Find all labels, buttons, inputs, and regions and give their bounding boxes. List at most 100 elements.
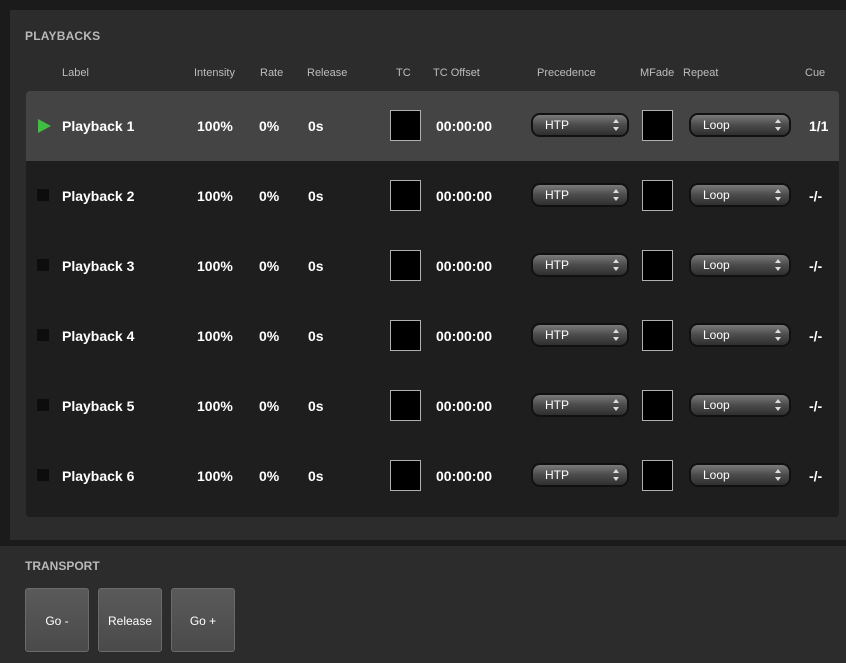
select-arrows-icon — [775, 119, 781, 131]
tc-offset-value[interactable]: 00:00:00 — [436, 441, 492, 511]
repeat-select[interactable]: Loop — [691, 465, 789, 485]
select-arrows-icon — [775, 399, 781, 411]
tc-checkbox[interactable] — [390, 390, 421, 421]
repeat-select[interactable]: Loop — [691, 115, 789, 135]
tc-offset-value[interactable]: 00:00:00 — [436, 161, 492, 231]
release-value[interactable]: 0s — [308, 231, 324, 301]
mfade-checkbox[interactable] — [642, 320, 673, 351]
rate-value[interactable]: 0% — [259, 231, 279, 301]
playback-row[interactable]: Playback 2 100% 0% 0s 00:00:00 HTP Loop … — [26, 161, 839, 231]
tc-checkbox[interactable] — [390, 110, 421, 141]
precedence-select-value: HTP — [545, 398, 569, 412]
precedence-select[interactable]: HTP — [533, 185, 627, 205]
mfade-checkbox[interactable] — [642, 250, 673, 281]
tc-checkbox[interactable] — [390, 460, 421, 491]
tc-offset-value[interactable]: 00:00:00 — [436, 91, 492, 161]
repeat-select[interactable]: Loop — [691, 255, 789, 275]
header-cue: Cue — [805, 67, 826, 79]
stop-status-icon — [37, 399, 49, 411]
cue-value: -/- — [809, 328, 823, 344]
tc-checkbox[interactable] — [390, 320, 421, 351]
precedence-select-value: HTP — [545, 118, 569, 132]
playback-row[interactable]: Playback 3 100% 0% 0s 00:00:00 HTP Loop … — [26, 231, 839, 301]
select-arrows-icon — [613, 119, 619, 131]
release-value[interactable]: 0s — [308, 161, 324, 231]
repeat-select-value: Loop — [703, 398, 730, 412]
intensity-value[interactable]: 100% — [197, 301, 233, 371]
rate-value[interactable]: 0% — [259, 91, 279, 161]
mfade-checkbox[interactable] — [642, 180, 673, 211]
mfade-checkbox[interactable] — [642, 390, 673, 421]
playback-label[interactable]: Playback 3 — [62, 231, 134, 301]
playback-label[interactable]: Playback 5 — [62, 371, 134, 441]
playback-row[interactable]: Playback 5 100% 0% 0s 00:00:00 HTP Loop … — [26, 371, 839, 441]
header-release: Release — [307, 67, 348, 79]
rate-value[interactable]: 0% — [259, 441, 279, 511]
release-value[interactable]: 0s — [308, 371, 324, 441]
repeat-select-value: Loop — [703, 468, 730, 482]
mfade-checkbox[interactable] — [642, 460, 673, 491]
cue-value: -/- — [809, 258, 823, 274]
release-value[interactable]: 0s — [308, 441, 324, 511]
playback-label[interactable]: Playback 1 — [62, 91, 134, 161]
header-tc-offset: TC Offset — [433, 67, 480, 79]
cue-value: 1/1 — [809, 118, 829, 134]
select-arrows-icon — [775, 189, 781, 201]
header-repeat: Repeat — [683, 67, 719, 79]
repeat-select[interactable]: Loop — [691, 325, 789, 345]
playback-row[interactable]: Playback 6 100% 0% 0s 00:00:00 HTP Loop … — [26, 441, 839, 511]
cue-value: -/- — [809, 398, 823, 414]
stop-status-icon — [37, 189, 49, 201]
intensity-value[interactable]: 100% — [197, 371, 233, 441]
precedence-select[interactable]: HTP — [533, 325, 627, 345]
header-rate: Rate — [260, 67, 284, 79]
playback-row[interactable]: Playback 1 100% 0% 0s 00:00:00 HTP Loop … — [26, 91, 839, 161]
play-status-icon — [38, 119, 51, 133]
header-label: Label — [62, 67, 89, 79]
transport-title: TRANSPORT — [25, 559, 100, 573]
select-arrows-icon — [613, 329, 619, 341]
intensity-value[interactable]: 100% — [197, 441, 233, 511]
playback-row[interactable]: Playback 4 100% 0% 0s 00:00:00 HTP Loop … — [26, 301, 839, 371]
header-precedence: Precedence — [537, 67, 596, 79]
go-minus-button[interactable]: Go - — [25, 588, 89, 652]
repeat-select[interactable]: Loop — [691, 395, 789, 415]
repeat-select-value: Loop — [703, 118, 730, 132]
select-arrows-icon — [775, 329, 781, 341]
select-arrows-icon — [775, 259, 781, 271]
precedence-select[interactable]: HTP — [533, 255, 627, 275]
stop-status-icon — [37, 469, 49, 481]
precedence-select[interactable]: HTP — [533, 115, 627, 135]
tc-offset-value[interactable]: 00:00:00 — [436, 301, 492, 371]
tc-offset-value[interactable]: 00:00:00 — [436, 371, 492, 441]
intensity-value[interactable]: 100% — [197, 161, 233, 231]
select-arrows-icon — [613, 259, 619, 271]
release-button[interactable]: Release — [98, 588, 162, 652]
tc-offset-value[interactable]: 00:00:00 — [436, 231, 492, 301]
cue-value: -/- — [809, 188, 823, 204]
playbacks-table: Playback 1 100% 0% 0s 00:00:00 HTP Loop … — [26, 91, 839, 517]
release-value[interactable]: 0s — [308, 301, 324, 371]
playback-label[interactable]: Playback 2 — [62, 161, 134, 231]
precedence-select-value: HTP — [545, 258, 569, 272]
repeat-select-value: Loop — [703, 328, 730, 342]
precedence-select[interactable]: HTP — [533, 395, 627, 415]
tc-checkbox[interactable] — [390, 250, 421, 281]
mfade-checkbox[interactable] — [642, 110, 673, 141]
playback-label[interactable]: Playback 4 — [62, 301, 134, 371]
playback-label[interactable]: Playback 6 — [62, 441, 134, 511]
intensity-value[interactable]: 100% — [197, 231, 233, 301]
repeat-select[interactable]: Loop — [691, 185, 789, 205]
rate-value[interactable]: 0% — [259, 301, 279, 371]
rate-value[interactable]: 0% — [259, 161, 279, 231]
select-arrows-icon — [613, 189, 619, 201]
repeat-select-value: Loop — [703, 188, 730, 202]
go-plus-button[interactable]: Go + — [171, 588, 235, 652]
precedence-select[interactable]: HTP — [533, 465, 627, 485]
rate-value[interactable]: 0% — [259, 371, 279, 441]
release-value[interactable]: 0s — [308, 91, 324, 161]
intensity-value[interactable]: 100% — [197, 91, 233, 161]
stop-status-icon — [37, 259, 49, 271]
select-arrows-icon — [613, 469, 619, 481]
tc-checkbox[interactable] — [390, 180, 421, 211]
